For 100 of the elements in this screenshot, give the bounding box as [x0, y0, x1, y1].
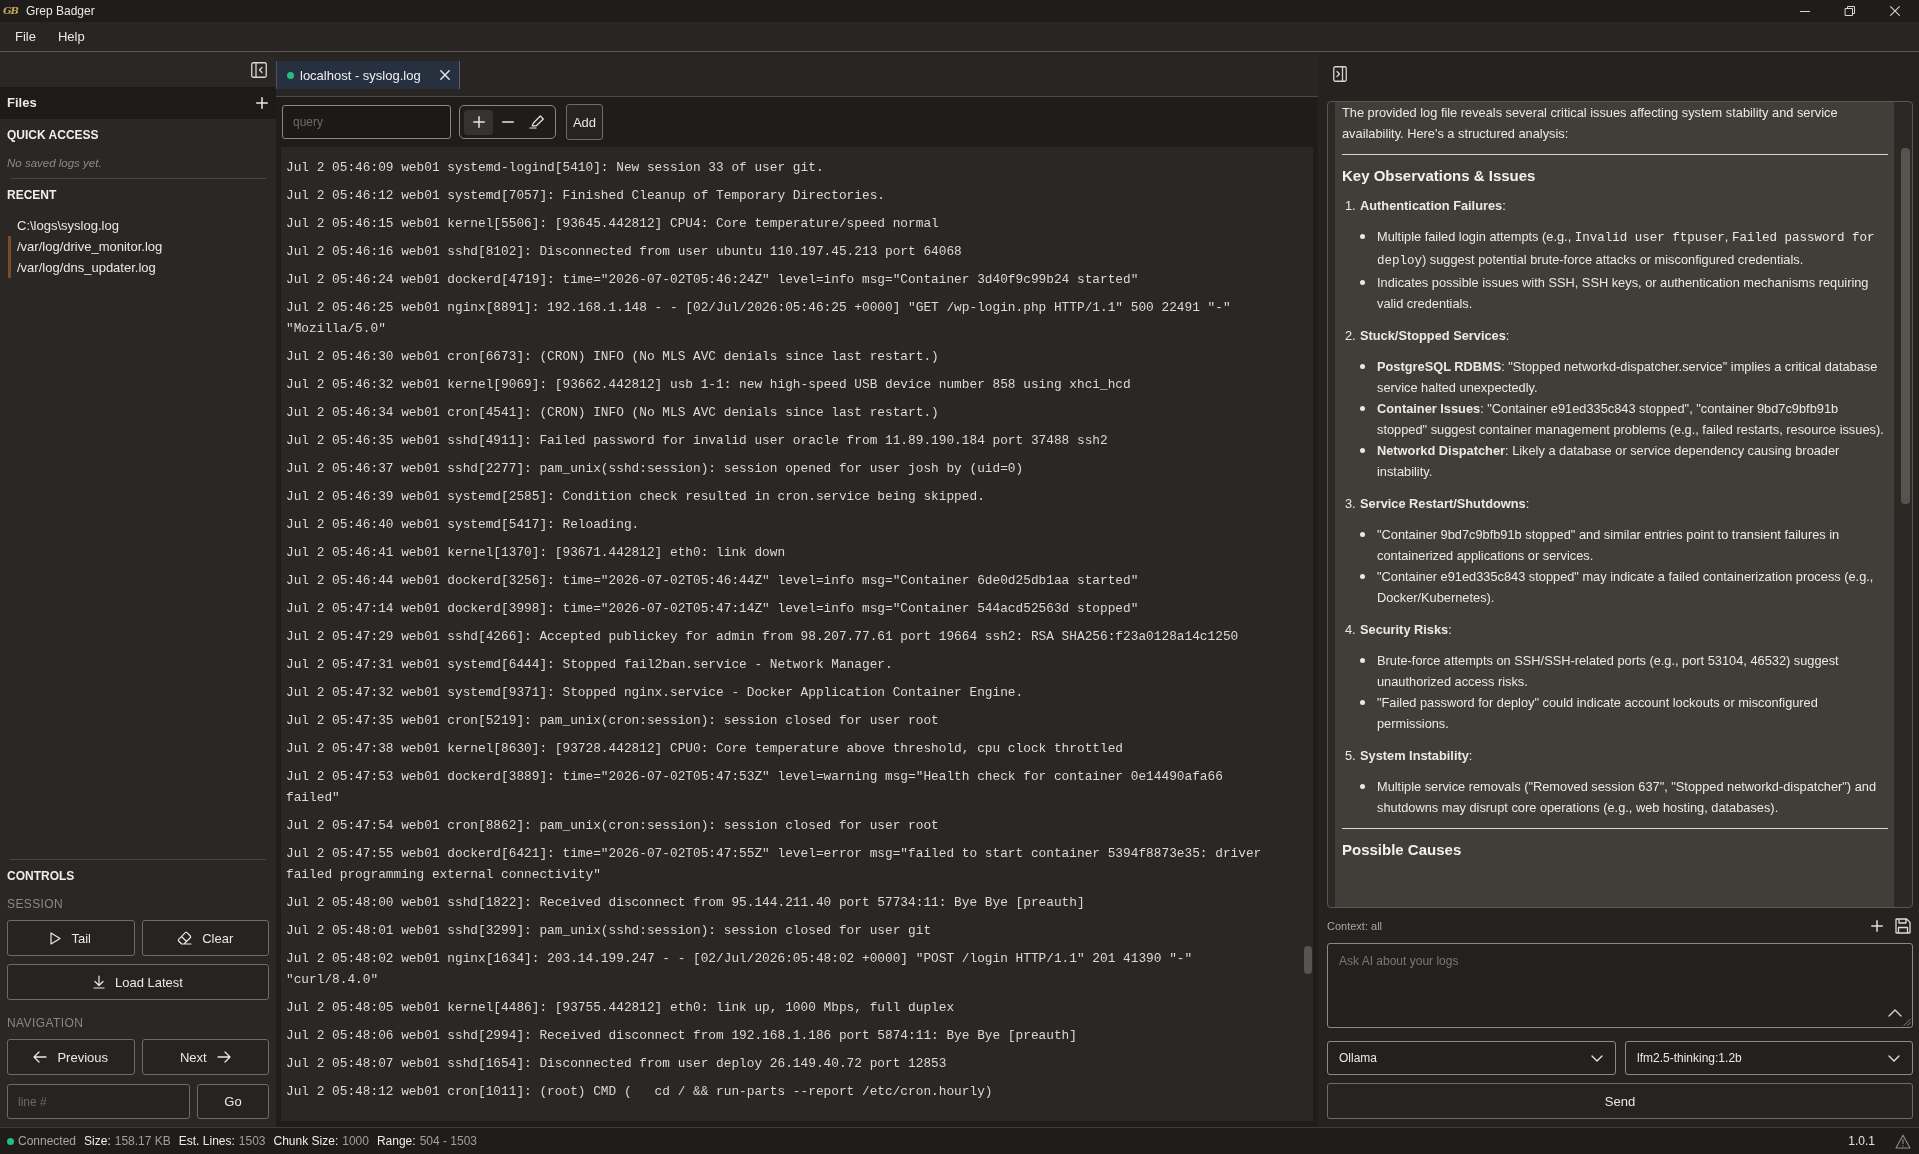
- minus-icon: [501, 121, 514, 123]
- bullet-icon: [1360, 574, 1365, 579]
- list-item-heading: Authentication Failures:: [1360, 197, 1506, 215]
- arrow-left-icon: [33, 1051, 48, 1063]
- list-number: 5.: [1345, 747, 1357, 765]
- section-title: RECENT: [6, 187, 58, 204]
- log-line: Jul 2 05:46:09 web01 systemd-logind[5410]: New session 33 of user git.: [286, 159, 825, 177]
- log-line: Jul 2 05:48:07 web01 sshd[1654]: Disconnected from user deploy 26.149.40.72 port 12853: [286, 1055, 948, 1073]
- bullet-icon: [1360, 784, 1365, 789]
- model-select[interactable]: lfm2.5-thinking:1.2b: [1625, 1041, 1913, 1075]
- highlighter-icon: [528, 115, 545, 129]
- log-line: Jul 2 05:46:16 web01 sshd[8102]: Disconnected from user ubuntu 110.197.45.213 port 64068: [286, 243, 963, 261]
- add-term-button[interactable]: [464, 109, 493, 135]
- log-line: Jul 2 05:47:35 web01 cron[5219]: pam_unix(cron:session): session closed for user root: [286, 712, 940, 730]
- stat-label: Chunk Size:: [273, 1134, 339, 1148]
- log-line: Jul 2 05:48:02 web01 nginx[1634]: 203.14.199.247 - - [02/Jul/2026:05:48:02 +0000] "POST /login HTTP/1.1" 201 41390 "-" "curl/8.4.0": [286, 950, 1194, 989]
- app-logo: GB: [3, 5, 18, 17]
- stat-label: Range:: [376, 1134, 416, 1148]
- log-line: Jul 2 05:46:44 web01 dockerd[3256]: time="2026-07-02T05:46:44Z" level=info msg="Container 6de0d25db1aa started": [286, 572, 1140, 590]
- list-number: 1.: [1345, 197, 1357, 215]
- list-number: 4.: [1345, 621, 1357, 639]
- bullet-icon: [1360, 364, 1365, 369]
- minimize-icon[interactable]: [1800, 10, 1810, 12]
- menu-item[interactable]: File: [15, 28, 36, 45]
- warning-icon[interactable]: [1895, 1133, 1911, 1149]
- recent-file-item[interactable]: C:\logs\syslog.log: [8, 215, 119, 236]
- log-line: Jul 2 05:47:53 web01 dockerd[3889]: time="2026-07-02T05:47:53Z" level=warning msg="Health check for container 0e14490afa66 failed": [286, 768, 1224, 807]
- plus-icon[interactable]: [256, 97, 268, 109]
- bullet-icon: [1360, 280, 1365, 285]
- section-subtitle: NAVIGATION: [7, 1015, 85, 1032]
- bullet-icon: [1360, 658, 1365, 663]
- stat-value: 1000: [342, 1134, 369, 1148]
- download-icon: [93, 975, 105, 989]
- panel-toggle-icon[interactable]: [1333, 66, 1347, 82]
- stat-value: 504 - 1503: [419, 1134, 477, 1148]
- load-latest-button[interactable]: Load Latest: [7, 964, 269, 1000]
- previous-button[interactable]: Previous: [7, 1039, 135, 1075]
- log-line: Jul 2 05:46:15 web01 kernel[5506]: [93645.442812] CPU4: Core temperature/speed normal: [286, 215, 940, 233]
- sidebar-collapse-icon[interactable]: [251, 61, 267, 78]
- bullet-icon: [1360, 700, 1365, 705]
- chevron-up-icon[interactable]: [1888, 1009, 1902, 1017]
- clear-button[interactable]: Clear: [141, 920, 269, 956]
- plus-icon: [472, 116, 485, 128]
- bullet-text: Indicates possible issues with SSH, SSH keys, or authentication mechanisms requiring valid credentials.: [1377, 274, 1870, 313]
- add-button[interactable]: Add: [566, 104, 603, 140]
- bullet-icon: [1360, 448, 1365, 453]
- recent-file-item[interactable]: /var/log/dns_updater.log: [8, 257, 156, 278]
- response-heading: Key Observations & Issues: [1342, 166, 1537, 186]
- log-line: Jul 2 05:47:29 web01 sshd[4266]: Accepted publickey for admin from 98.207.77.61 port 19664 ssh2: RSA SHA256:f23a0128a14c1250: [286, 628, 1240, 646]
- stat-value: 1503: [238, 1134, 266, 1148]
- log-line: Jul 2 05:46:12 web01 systemd[7057]: Finished Cleanup of Temporary Directories.: [286, 187, 886, 205]
- log-line: Jul 2 05:46:37 web01 sshd[2277]: pam_unix(sshd:session): session opened for user josh by (uid=0): [286, 460, 1025, 478]
- files-title: Files: [7, 95, 37, 111]
- tail-button[interactable]: Tail: [7, 920, 135, 956]
- send-button[interactable]: Send: [1327, 1083, 1913, 1119]
- context-label: Context: all: [1327, 919, 1383, 932]
- eraser-icon: [177, 931, 193, 945]
- scrollbar-thumb[interactable]: [1901, 148, 1910, 504]
- bullet-text: "Failed password for deploy" could indicate account lockouts or misconfigured permissions.: [1377, 694, 1819, 733]
- bullet-icon: [1360, 234, 1365, 239]
- go-button[interactable]: Go: [197, 1084, 269, 1119]
- bullet-text: Brute-force attempts on SSH/SSH-related ports (e.g., port 53104, 46532) suggest unauthorized access risks.: [1377, 652, 1840, 691]
- log-line: Jul 2 05:48:00 web01 sshd[1822]: Received disconnect from 95.144.211.40 port 57734:11: Bye Bye [preauth]: [286, 894, 1086, 912]
- stat-value: 158.17 KB: [114, 1134, 171, 1148]
- log-line: Jul 2 05:48:01 web01 sshd[3299]: pam_unix(sshd:session): session closed for user git: [286, 922, 933, 940]
- menu-item[interactable]: Help: [57, 28, 85, 45]
- bullet-icon: [1360, 532, 1365, 537]
- prompt-field[interactable]: Ask AI about your logs: [1327, 943, 1913, 1028]
- log-line: Jul 2 05:48:06 web01 sshd[2994]: Received disconnect from 192.168.1.186 port 5874:11: Bye Bye [preauth]: [286, 1027, 1078, 1045]
- section-title: QUICK ACCESS: [6, 127, 100, 144]
- log-line: Jul 2 05:46:40 web01 systemd[5417]: Reloading.: [286, 516, 641, 534]
- close-icon[interactable]: [440, 70, 450, 80]
- log-line: Jul 2 05:46:41 web01 kernel[1370]: [93671.442812] eth0: link down: [286, 544, 787, 562]
- restore-icon[interactable]: [1845, 6, 1855, 16]
- line-number-field[interactable]: line #: [7, 1084, 190, 1119]
- plus-icon[interactable]: [1871, 919, 1883, 932]
- log-line: Jul 2 05:46:30 web01 cron[6673]: (CRON) INFO (No MLS AVC denials since last restart.): [286, 348, 940, 366]
- provider-select[interactable]: Ollama: [1327, 1041, 1616, 1075]
- play-icon: [50, 931, 62, 945]
- bullet-icon: [1360, 406, 1365, 411]
- log-line: Jul 2 05:46:35 web01 sshd[4911]: Failed password for invalid user oracle from 11.89.190.184 port 37488 ssh2: [286, 432, 1109, 450]
- log-line: Jul 2 05:46:24 web01 dockerd[4719]: time="2026-07-02T05:46:24Z" level=info msg="Container 3d40f9c99b24 started": [286, 271, 1140, 289]
- log-line: Jul 2 05:46:34 web01 cron[4541]: (CRON) INFO (No MLS AVC denials since last restart.): [286, 404, 940, 422]
- list-item-heading: System Instability:: [1360, 747, 1473, 765]
- file-tab[interactable]: localhost - syslog.log: [276, 61, 460, 89]
- close-icon[interactable]: [1890, 6, 1900, 16]
- resize-grip-icon[interactable]: [1903, 1018, 1911, 1026]
- save-icon[interactable]: [1895, 917, 1911, 934]
- bullet-text: Multiple failed login attempts (e.g., Invalid user ftpuser, Failed password for deploy) suggest potential brute-force attacks or misconfigured credentials.: [1377, 228, 1876, 270]
- list-number: 2.: [1345, 327, 1357, 345]
- log-line: Jul 2 05:46:25 web01 nginx[8891]: 192.168.1.148 - - [02/Jul/2026:05:46:25 +0000] "GET /wp-login.php HTTP/1.1" 500 22491 "-" "Mozilla/5.0": [286, 299, 1232, 338]
- log-line: Jul 2 05:46:32 web01 kernel[9069]: [93662.442812] usb 1-1: new high-speed USB device number 858 using xhci_hcd: [286, 376, 1132, 394]
- scrollbar-thumb[interactable]: [1304, 946, 1312, 974]
- recent-file-item[interactable]: /var/log/drive_monitor.log: [8, 236, 163, 257]
- list-item-heading: Service Restart/Shutdowns:: [1360, 495, 1530, 513]
- query-field[interactable]: query: [282, 105, 451, 139]
- list-item-heading: Stuck/Stopped Services:: [1360, 327, 1510, 345]
- next-button[interactable]: Next: [141, 1039, 269, 1075]
- window-title: Grep Badger: [26, 4, 95, 18]
- section-title: CONTROLS: [7, 868, 76, 885]
